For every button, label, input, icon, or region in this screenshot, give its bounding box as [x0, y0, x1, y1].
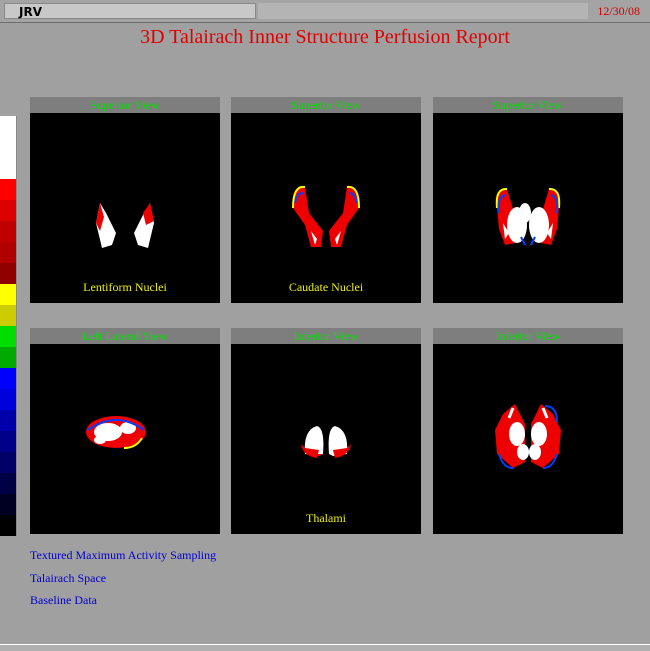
title-bar: JRV 12/30/08 — [0, 0, 650, 23]
panel-caption: Superior View — [30, 97, 220, 113]
color-scale-segment — [0, 263, 16, 284]
panel-caption: Inferior View — [231, 328, 421, 344]
report-title: 3D Talairach Inner Structure Perfusion R… — [140, 26, 510, 48]
info-space: Talairach Space — [30, 571, 107, 585]
color-scale-segment — [0, 221, 16, 242]
panel-label: Lentiform Nuclei — [83, 280, 167, 294]
panel-left-lateral: Left Lateral View — [30, 328, 220, 534]
color-scale-segment — [0, 473, 16, 494]
panel-superior-combined: Superior View — [433, 97, 623, 303]
panel-inferior-combined: Inferior View — [433, 328, 623, 534]
color-scale-segment — [0, 242, 16, 263]
combined-structures-render — [495, 187, 561, 246]
color-scale-segment — [0, 452, 16, 473]
thalami-render — [301, 426, 351, 458]
color-scale-segment — [0, 179, 16, 200]
panel-superior-caudate: Superior View Caudate Nuclei — [231, 97, 421, 303]
color-scale-segment — [0, 284, 16, 305]
color-scale-segment — [0, 158, 16, 179]
panel-label: Caudate Nuclei — [288, 280, 364, 294]
color-scale-segment — [0, 494, 16, 515]
lentiform-nuclei-render — [96, 203, 154, 248]
info-data: Baseline Data — [30, 593, 97, 607]
panel-caption: Superior View — [433, 97, 623, 113]
inferior-combined-render — [495, 404, 561, 469]
app-name: JRV — [4, 3, 256, 19]
report-date: 12/30/08 — [597, 4, 640, 18]
panel-caption: Superior View — [231, 97, 421, 113]
panel-label: Thalami — [306, 511, 346, 525]
color-scale-segment — [0, 389, 16, 410]
panel-caption: Left Lateral View — [30, 328, 220, 344]
color-scale-segment — [0, 347, 16, 368]
left-lateral-render — [86, 416, 146, 449]
color-scale-segment — [0, 431, 16, 452]
color-scale-segment — [0, 410, 16, 431]
color-scale-segment — [0, 305, 16, 326]
color-scale-segment — [0, 200, 16, 221]
title-bar-filler — [258, 3, 588, 19]
color-scale-segment — [0, 326, 16, 347]
caudate-nuclei-render — [292, 185, 360, 247]
color-scale-bar — [0, 116, 17, 536]
color-scale-segment — [0, 137, 16, 158]
color-scale-segment — [0, 515, 16, 536]
color-scale-segment — [0, 116, 16, 137]
color-scale-segment — [0, 368, 16, 389]
panel-superior-lentiform: Superior View Lentiform Nuclei — [30, 97, 220, 303]
info-sampling: Textured Maximum Activity Sampling — [30, 548, 217, 562]
panel-inferior-thalami: Inferior View Thalami — [231, 328, 421, 534]
panel-caption: Inferior View — [433, 328, 623, 344]
